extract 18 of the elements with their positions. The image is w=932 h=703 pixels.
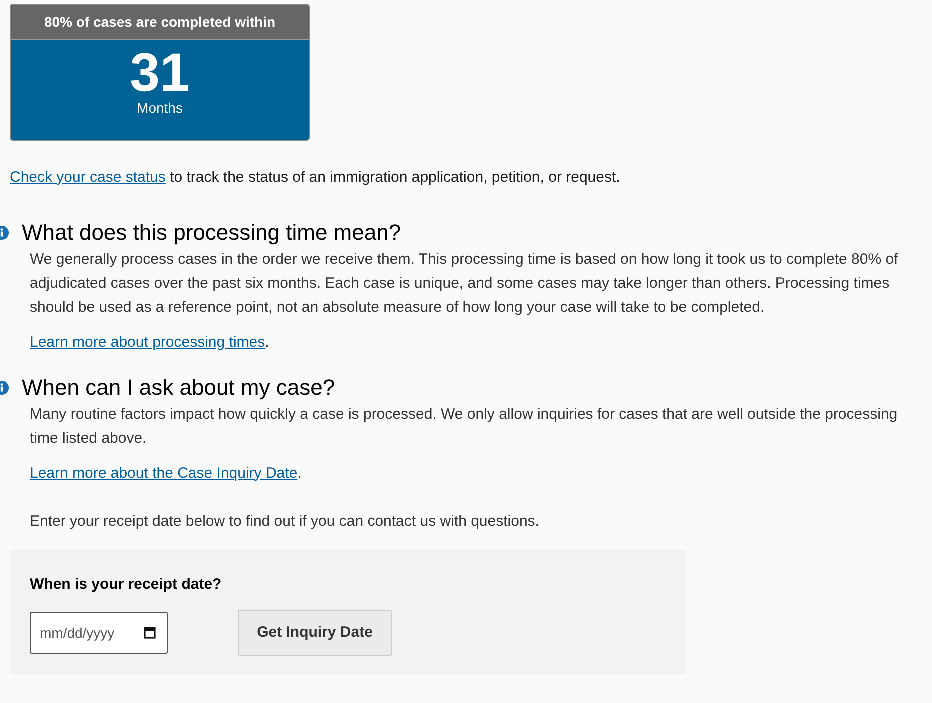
case-status-link[interactable]: Check your case status: [10, 169, 166, 186]
section-paragraph: We generally process cases in the order we receive them. This processing time is based on how long it took us to complete 80% of adjudicated cases over the past six months. Each case is unique, and some cases may take longer than others. Processing times should be used as a reference point, not an absolute measure of how long your case will take to be completed.: [30, 250, 900, 318]
stat-card-header: 80% of cases are completed within: [11, 5, 309, 40]
section-heading: What does this processing time mean?: [22, 220, 402, 246]
link-period: .: [298, 464, 302, 482]
learn-more-link[interactable]: Learn more about the Case Inquiry Date: [30, 464, 298, 482]
date-field[interactable]: mm/dd/yyyy: [30, 612, 168, 654]
section-heading: When can I ask about my case?: [22, 374, 336, 400]
instruction-text: Enter your receipt date below to find out if you can contact us with questions.: [30, 512, 540, 532]
status-text: to track the status of an immigration application, petition, or request.: [169, 169, 620, 186]
link-period: .: [265, 334, 270, 350]
stat-unit: Months: [137, 100, 183, 116]
calendar-icon[interactable]: [144, 626, 156, 639]
form-label: When is your receipt date?: [30, 574, 223, 594]
get-inquiry-date-button[interactable]: Get Inquiry Date: [238, 610, 392, 656]
learn-more-link[interactable]: Learn more about processing times: [30, 334, 266, 350]
stat-value: 31: [130, 46, 190, 100]
section-paragraph: Many routine factors impact how quickly a case is processed. We only allow inquiries for cases that are well outside the processing time listed above.: [30, 404, 899, 448]
